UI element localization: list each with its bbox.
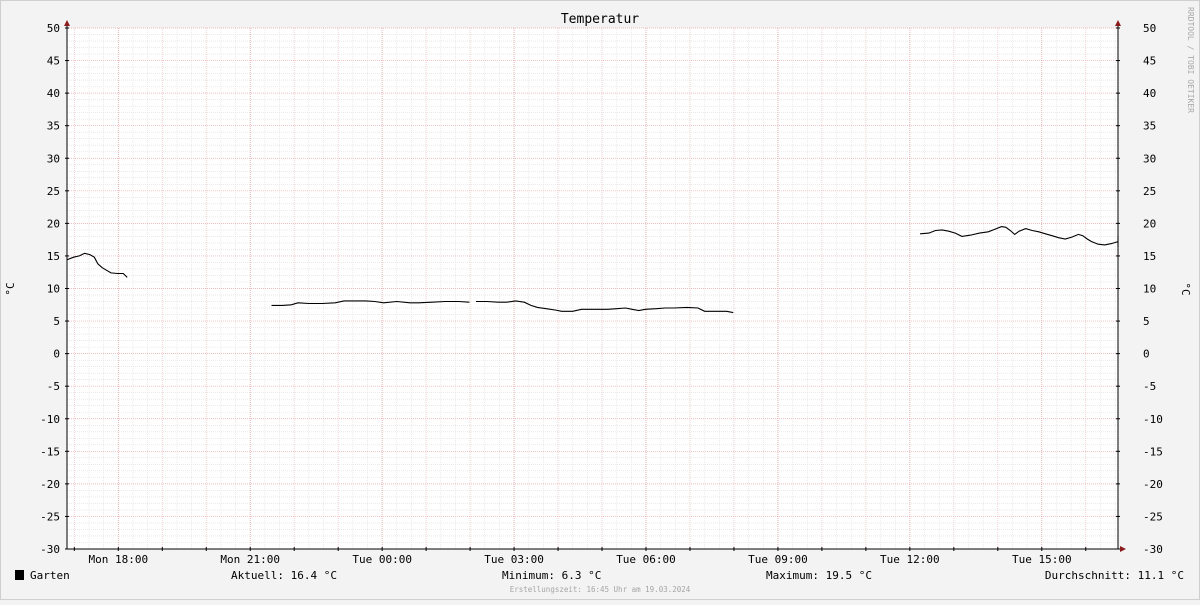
y-tick-label-right: -30	[1143, 543, 1163, 556]
legend-durchschnitt: Durchschnitt: 11.1 °C	[1045, 569, 1184, 582]
y-tick-label-right: 15	[1143, 250, 1156, 263]
y-tick-label-left: -15	[40, 445, 60, 458]
y-tick-label-left: -20	[40, 478, 60, 491]
y-tick-label-left: -10	[40, 413, 60, 426]
y-tick-label-right: 0	[1143, 348, 1150, 361]
y-tick-label-left: 40	[47, 87, 60, 100]
y-tick-label-right: 30	[1143, 152, 1156, 165]
x-tick-label: Mon 21:00	[220, 553, 280, 566]
y-tick-label-right: -25	[1143, 510, 1163, 523]
y-tick-label-left: 35	[47, 120, 60, 133]
y-tick-label-left: 30	[47, 152, 60, 165]
y-tick-label-right: -5	[1143, 380, 1156, 393]
y-axis-label-right: °C	[1179, 282, 1192, 295]
y-tick-label-left: 10	[47, 283, 60, 296]
y-tick-label-left: -5	[47, 380, 60, 393]
y-tick-label-right: -20	[1143, 478, 1163, 491]
legend-swatch	[15, 570, 24, 580]
y-tick-label-right: 25	[1143, 185, 1156, 198]
y-tick-label-left: 20	[47, 217, 60, 230]
y-tick-label-left: -30	[40, 543, 60, 556]
y-tick-label-right: -10	[1143, 413, 1163, 426]
y-tick-label-right: 5	[1143, 315, 1150, 328]
y-tick-label-left: 5	[53, 315, 60, 328]
y-tick-label-right: 35	[1143, 120, 1156, 133]
x-tick-label: Tue 15:00	[1012, 553, 1072, 566]
y-tick-label-right: 20	[1143, 217, 1156, 230]
x-tick-label: Tue 00:00	[352, 553, 412, 566]
legend-series-name: Garten	[30, 569, 70, 582]
temperature-chart: 50454035302520151050-5-10-15-20-25-30 50…	[0, 0, 1200, 600]
legend-maximum: Maximum: 19.5 °C	[766, 569, 872, 582]
y-tick-label-left: -25	[40, 510, 60, 523]
y-tick-label-left: 45	[47, 55, 60, 68]
x-tick-label: Mon 18:00	[89, 553, 149, 566]
legend-minimum: Minimum: 6.3 °C	[502, 569, 601, 582]
watermark: RRDTOOL / TOBI OETIKER	[1186, 7, 1195, 113]
legend-aktuell: Aktuell: 16.4 °C	[231, 569, 337, 582]
chart-root: 50 45 40 35 30 25 20 15 10 5 0 -5 -10 -15 -20 -25 -30 50…	[0, 0, 1200, 600]
footer-created: Erstellungszeit: 16:45 Uhr am 19.03.2024	[510, 585, 691, 594]
y-tick-label-left: 15	[47, 250, 60, 263]
y-tick-label-right: 10	[1143, 283, 1156, 296]
y-tick-label-right: 45	[1143, 55, 1156, 68]
y-tick-label-right: 40	[1143, 87, 1156, 100]
x-tick-label: Tue 09:00	[748, 553, 808, 566]
x-tick-label: Tue 03:00	[484, 553, 544, 566]
y-tick-label-right: 50	[1143, 22, 1156, 35]
y-tick-label-left: 50	[47, 22, 60, 35]
x-tick-label: Tue 12:00	[880, 553, 940, 566]
y-tick-label-left: 0	[53, 348, 60, 361]
y-tick-label-right: -15	[1143, 445, 1163, 458]
chart-title: Temperatur	[561, 12, 639, 27]
y-tick-label-left: 25	[47, 185, 60, 198]
x-tick-label: Tue 06:00	[616, 553, 676, 566]
y-axis-label-left: °C	[4, 282, 17, 295]
